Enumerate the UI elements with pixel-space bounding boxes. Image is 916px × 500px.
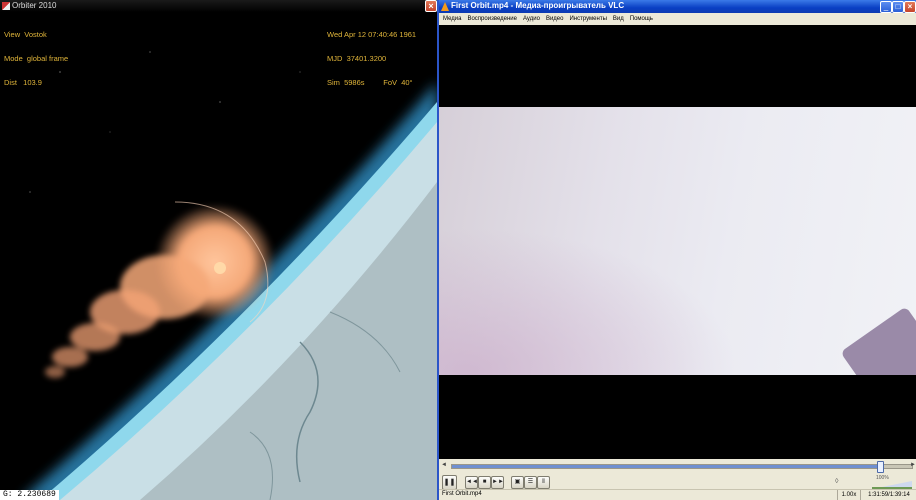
vlc-controls: ◄ ► ❚❚ ◄◄ ■ ►► ▣ ☰ ⦀ ◊ 100% xyxy=(439,459,916,490)
seek-slider[interactable] xyxy=(451,461,913,473)
status-filename: First Orbit.mp4 xyxy=(442,491,482,497)
playlist-button[interactable]: ☰ xyxy=(524,476,537,489)
vlc-cone-icon xyxy=(441,2,449,11)
seek-fill xyxy=(452,465,880,468)
volume-slider[interactable] xyxy=(872,481,912,489)
video-area[interactable] xyxy=(439,25,916,459)
stop-button[interactable]: ■ xyxy=(478,476,491,489)
pause-button[interactable]: ❚❚ xyxy=(442,475,457,490)
hud-right-readout: Wed Apr 12 07:40:46 1961 MJD 37401.3200 … xyxy=(327,15,416,103)
menu-view[interactable]: Вид xyxy=(611,16,628,22)
maximize-button[interactable]: □ xyxy=(892,1,904,13)
vlc-menu-bar: Медиа Воспроизведение Аудио Видео Инстру… xyxy=(439,13,916,25)
hud-left-readout: View Vostok Mode global frame Dist 103.9 xyxy=(4,15,68,103)
speaker-icon[interactable]: ◊ xyxy=(835,478,838,485)
g-readout: G: 2.230689 xyxy=(0,490,59,500)
previous-button[interactable]: ◄◄ xyxy=(465,476,478,489)
vlc-window-title: First Orbit.mp4 - Медиа-проигрыватель VL… xyxy=(451,1,625,10)
fullscreen-button[interactable]: ▣ xyxy=(511,476,524,489)
video-corner-object xyxy=(840,306,916,375)
hud-sim-fov: Sim 5986s FoV 40° xyxy=(327,78,413,87)
orbiter-window-title: Orbiter 2010 xyxy=(12,1,57,10)
seek-right-arrow-icon[interactable]: ► xyxy=(910,462,916,468)
menu-playback[interactable]: Воспроизведение xyxy=(465,16,521,22)
hud-view: View Vostok xyxy=(4,30,47,39)
menu-help[interactable]: Помощь xyxy=(628,16,657,22)
menu-audio[interactable]: Аудио xyxy=(521,16,544,22)
minimize-button[interactable]: _ xyxy=(880,1,892,13)
hud-dist: Dist 103.9 xyxy=(4,78,42,87)
vlc-window: First Orbit.mp4 - Медиа-проигрыватель VL… xyxy=(439,0,916,500)
vlc-status-bar: First Orbit.mp4 1.00x 1:31:59/1:39:14 xyxy=(439,489,916,500)
playback-speed[interactable]: 1.00x xyxy=(837,490,860,500)
vostok-capsule-icon xyxy=(214,262,226,274)
playback-time[interactable]: 1:31:59/1:39:14 xyxy=(860,490,916,500)
menu-media[interactable]: Медиа xyxy=(441,16,465,22)
hud-mjd: MJD 37401.3200 xyxy=(327,54,387,63)
vlc-title-bar[interactable]: First Orbit.mp4 - Медиа-проигрыватель VL… xyxy=(439,0,916,13)
orbiter-window: Orbiter 2010 × View Vostok Mode global f… xyxy=(0,0,437,500)
seek-left-arrow-icon[interactable]: ◄ xyxy=(441,462,447,468)
seek-handle[interactable] xyxy=(876,461,884,473)
video-shade xyxy=(439,227,739,375)
close-button[interactable]: × xyxy=(904,1,916,13)
hud-date: Wed Apr 12 07:40:46 1961 xyxy=(327,30,417,39)
next-button[interactable]: ►► xyxy=(491,476,504,489)
orbiter-close-button[interactable]: × xyxy=(425,0,437,12)
video-frame xyxy=(439,107,916,375)
menu-tools[interactable]: Инструменты xyxy=(567,16,610,22)
menu-video[interactable]: Видео xyxy=(544,16,568,22)
extended-settings-button[interactable]: ⦀ xyxy=(537,476,550,489)
orbiter-logo-icon xyxy=(2,2,10,10)
hud-mode: Mode global frame xyxy=(4,54,69,63)
